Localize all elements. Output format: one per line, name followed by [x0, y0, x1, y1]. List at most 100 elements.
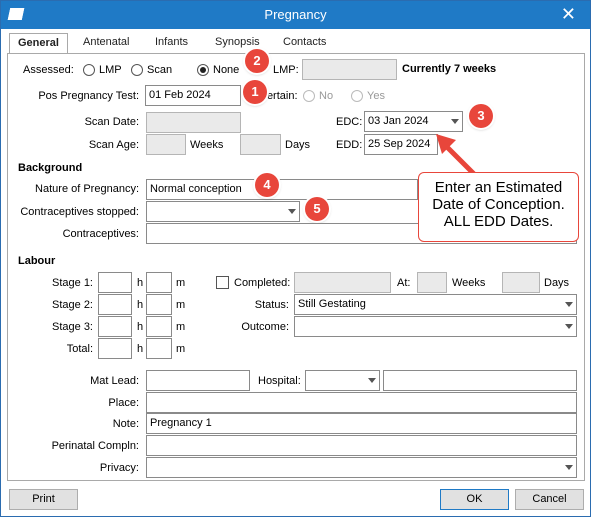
radio-lmp-label: LMP: [99, 64, 122, 76]
tab-contacts[interactable]: Contacts: [275, 33, 334, 53]
outcome-select[interactable]: [294, 316, 577, 337]
place-field[interactable]: [146, 392, 577, 413]
total-label: Total:: [66, 343, 93, 355]
privacy-label: Privacy:: [99, 462, 139, 474]
total-minutes[interactable]: [146, 338, 172, 359]
close-icon[interactable]: ✕: [561, 4, 576, 25]
window-title: Pregnancy: [264, 7, 327, 22]
pregnancy-dialog: Pregnancy ✕ General Antenatal Infants Sy…: [0, 0, 591, 517]
currently-weeks: Currently 7 weeks: [402, 63, 497, 75]
status-select[interactable]: Still Gestating: [294, 294, 577, 315]
hours-unit: h: [137, 321, 144, 333]
annotation-badge-2: 2: [245, 49, 269, 73]
at-weeks-field[interactable]: [417, 272, 447, 293]
nature-label: Nature of Pregnancy:: [35, 183, 139, 195]
hours-unit: h: [137, 343, 144, 355]
total-hours[interactable]: [98, 338, 132, 359]
stage2-minutes[interactable]: [146, 294, 172, 315]
radio-scan[interactable]: [131, 64, 143, 76]
chevron-down-icon[interactable]: [565, 324, 573, 329]
at-weeks-label: Weeks: [452, 277, 486, 289]
title-bar: Pregnancy ✕: [1, 1, 590, 29]
radio-certain-yes[interactable]: [351, 90, 363, 102]
minutes-unit: m: [176, 277, 186, 289]
ok-button[interactable]: OK: [440, 489, 509, 510]
stage2-label: Stage 2:: [52, 299, 93, 311]
annotation-badge-3: 3: [469, 104, 493, 128]
chevron-down-icon[interactable]: [565, 465, 573, 470]
hours-unit: h: [137, 299, 144, 311]
minutes-unit: m: [176, 299, 186, 311]
pos-test-field[interactable]: 01 Feb 2024: [145, 85, 241, 106]
completed-date-field[interactable]: [294, 272, 391, 293]
minutes-unit: m: [176, 343, 186, 355]
scan-date-label: Scan Date:: [84, 116, 139, 128]
pos-test-label: Pos Pregnancy Test:: [38, 90, 139, 102]
print-button[interactable]: Print: [9, 489, 78, 510]
radio-certain-yes-label: Yes: [367, 90, 385, 102]
hospital-label: Hospital:: [258, 375, 301, 387]
scan-age-label: Scan Age:: [88, 139, 139, 151]
edc-value: 03 Jan 2024: [368, 115, 429, 127]
edd-label: EDD:: [336, 139, 363, 151]
scan-age-weeks-field[interactable]: [146, 134, 186, 155]
background-heading: Background: [18, 162, 83, 174]
cancel-button[interactable]: Cancel: [515, 489, 584, 510]
perinatal-field[interactable]: [146, 435, 577, 456]
note-field[interactable]: Pregnancy 1: [146, 413, 577, 434]
chevron-down-icon[interactable]: [288, 209, 296, 214]
lmp-field[interactable]: [302, 59, 397, 80]
scan-date-field[interactable]: [146, 112, 241, 133]
contra-stopped-field[interactable]: [146, 201, 300, 222]
hospital-detail-field[interactable]: [383, 370, 577, 391]
edc-label: EDC:: [336, 116, 363, 128]
annotation-badge-4: 4: [255, 173, 279, 197]
at-days-field[interactable]: [502, 272, 540, 293]
place-label: Place:: [108, 397, 139, 409]
note-label: Note:: [112, 418, 139, 430]
chevron-down-icon[interactable]: [565, 302, 573, 307]
instruction-callout: Enter an Estimated Date of Conception. A…: [418, 172, 579, 242]
stage3-label: Stage 3:: [52, 321, 93, 333]
stage1-label: Stage 1:: [52, 277, 93, 289]
at-days-label: Days: [544, 277, 570, 289]
status-value: Still Gestating: [298, 298, 366, 310]
scan-age-days-field[interactable]: [240, 134, 281, 155]
tab-general[interactable]: General: [9, 33, 68, 54]
status-label: Status:: [254, 299, 289, 311]
mat-lead-label: Mat Lead:: [90, 375, 139, 387]
completed-checkbox[interactable]: [216, 276, 229, 289]
chevron-down-icon[interactable]: [368, 378, 376, 383]
minutes-unit: m: [176, 321, 186, 333]
stage1-minutes[interactable]: [146, 272, 172, 293]
nature-field[interactable]: Normal conception: [146, 179, 418, 200]
outcome-label: Outcome:: [241, 321, 289, 333]
radio-none-label: None: [213, 64, 240, 76]
radio-none[interactable]: [197, 64, 209, 76]
perinatal-label: Perinatal Compln:: [51, 440, 139, 452]
contraceptives-label: Contraceptives:: [62, 228, 139, 240]
contra-stopped-label: Contraceptives stopped:: [20, 206, 139, 218]
mat-lead-field[interactable]: [146, 370, 250, 391]
chevron-down-icon[interactable]: [451, 119, 459, 124]
hospital-select[interactable]: [305, 370, 380, 391]
radio-certain-no-label: No: [319, 90, 334, 102]
privacy-select[interactable]: [146, 457, 577, 478]
assessed-label: Assessed:: [23, 64, 74, 76]
radio-lmp[interactable]: [83, 64, 95, 76]
completed-label: Completed:: [234, 277, 291, 289]
stage1-hours[interactable]: [98, 272, 132, 293]
radio-certain-no[interactable]: [303, 90, 315, 102]
annotation-badge-1: 1: [243, 80, 267, 104]
scan-days-label: Days: [285, 139, 311, 151]
lmp-label: LMP:: [273, 64, 299, 76]
annotation-badge-5: 5: [305, 197, 329, 221]
at-label: At:: [397, 277, 411, 289]
stage2-hours[interactable]: [98, 294, 132, 315]
radio-scan-label: Scan: [147, 64, 173, 76]
tab-antenatal[interactable]: Antenatal: [75, 33, 137, 53]
tab-infants[interactable]: Infants: [147, 33, 196, 53]
stage3-minutes[interactable]: [146, 316, 172, 337]
hours-unit: h: [137, 277, 144, 289]
stage3-hours[interactable]: [98, 316, 132, 337]
